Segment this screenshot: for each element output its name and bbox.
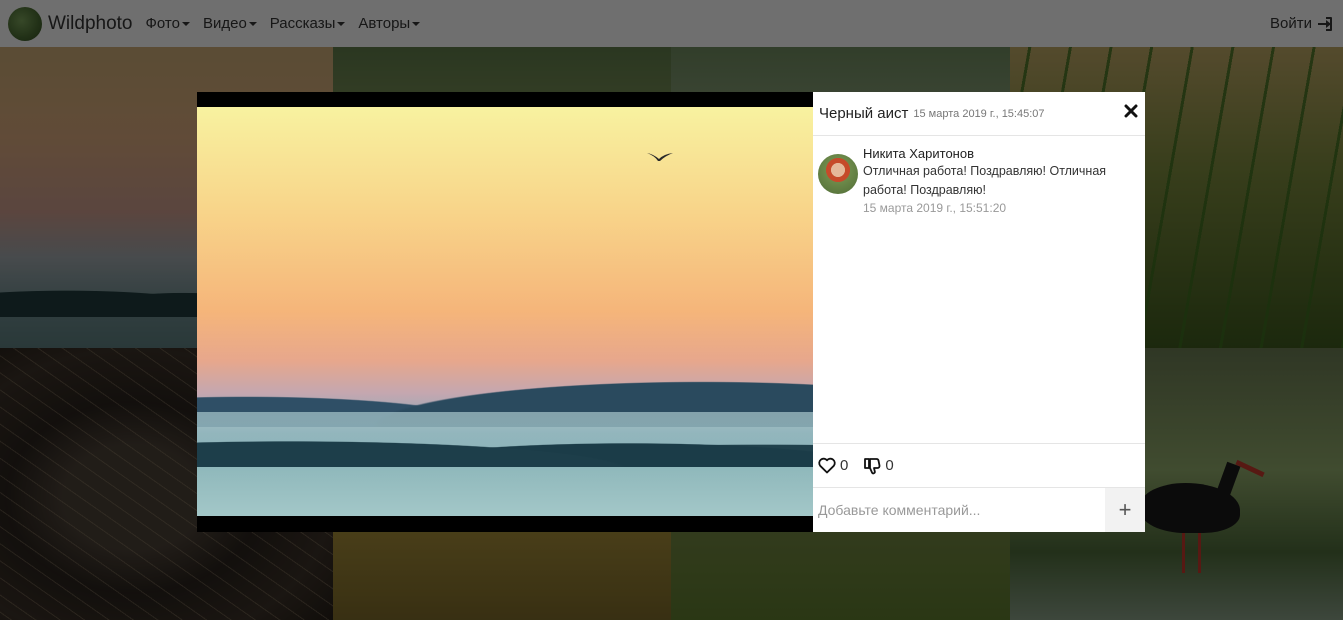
nav-item-label: Рассказы — [269, 15, 336, 32]
like-count: 0 — [840, 457, 849, 474]
login-link[interactable]: Войти — [1270, 15, 1333, 32]
navbar: Wildphoto Фото Видео Рассказы Авторы Вой… — [0, 0, 1343, 47]
nav-item-label: Видео — [202, 15, 247, 32]
nav-item-stories[interactable]: Рассказы — [270, 15, 346, 32]
photo-header: Черный аист 15 марта 2019 г., 15:45:07 — [813, 92, 1145, 136]
caret-down-icon — [181, 21, 190, 26]
nav-item-label: Авторы — [358, 15, 411, 32]
like-button[interactable]: 0 — [818, 457, 848, 474]
close-icon[interactable] — [1124, 104, 1138, 118]
add-comment-button[interactable]: + — [1105, 488, 1145, 532]
nav-menu: Фото Видео Рассказы Авторы — [146, 15, 434, 32]
nav-item-authors[interactable]: Авторы — [358, 15, 421, 32]
bird-shape — [647, 153, 673, 161]
photo-title: Черный аист — [819, 105, 909, 122]
login-label: Войти — [1270, 15, 1312, 32]
photo-modal: Черный аист 15 марта 2019 г., 15:45:07 Н… — [197, 92, 1145, 532]
heart-icon — [818, 457, 836, 474]
brand[interactable]: Wildphoto — [8, 6, 133, 41]
dislike-count: 0 — [885, 457, 894, 474]
nav-item-label: Фото — [145, 15, 180, 32]
caret-down-icon — [412, 21, 421, 26]
comments-list: Никита Харитонов Отличная работа! Поздра… — [813, 136, 1145, 443]
reactions-bar: 0 0 — [813, 443, 1145, 487]
comment-author[interactable]: Никита Харитонов — [863, 146, 1140, 161]
nav-item-video[interactable]: Видео — [203, 15, 257, 32]
photo-viewer — [197, 92, 813, 532]
thumbs-down-icon — [864, 457, 881, 474]
photo-date: 15 марта 2019 г., 15:45:07 — [913, 107, 1045, 120]
logo-icon — [8, 6, 42, 41]
comment-input[interactable] — [813, 488, 1105, 532]
nav-item-photo[interactable]: Фото — [146, 15, 190, 32]
add-comment-row: + — [813, 487, 1145, 532]
avatar[interactable] — [818, 154, 858, 194]
caret-down-icon — [248, 21, 257, 26]
comment-item: Никита Харитонов Отличная работа! Поздра… — [818, 146, 1140, 215]
comment-date: 15 марта 2019 г., 15:51:20 — [863, 201, 1007, 215]
dislike-button[interactable]: 0 — [863, 457, 894, 475]
caret-down-icon — [337, 21, 346, 26]
plus-icon: + — [1118, 497, 1132, 522]
sign-in-icon — [1318, 16, 1332, 31]
modal-photo[interactable] — [197, 107, 813, 516]
comment-text: Отличная работа! Поздравляю! Отличная ра… — [863, 164, 1107, 197]
photo-sidebar: Черный аист 15 марта 2019 г., 15:45:07 Н… — [813, 92, 1145, 532]
brand-name: Wildphoto — [48, 12, 133, 34]
